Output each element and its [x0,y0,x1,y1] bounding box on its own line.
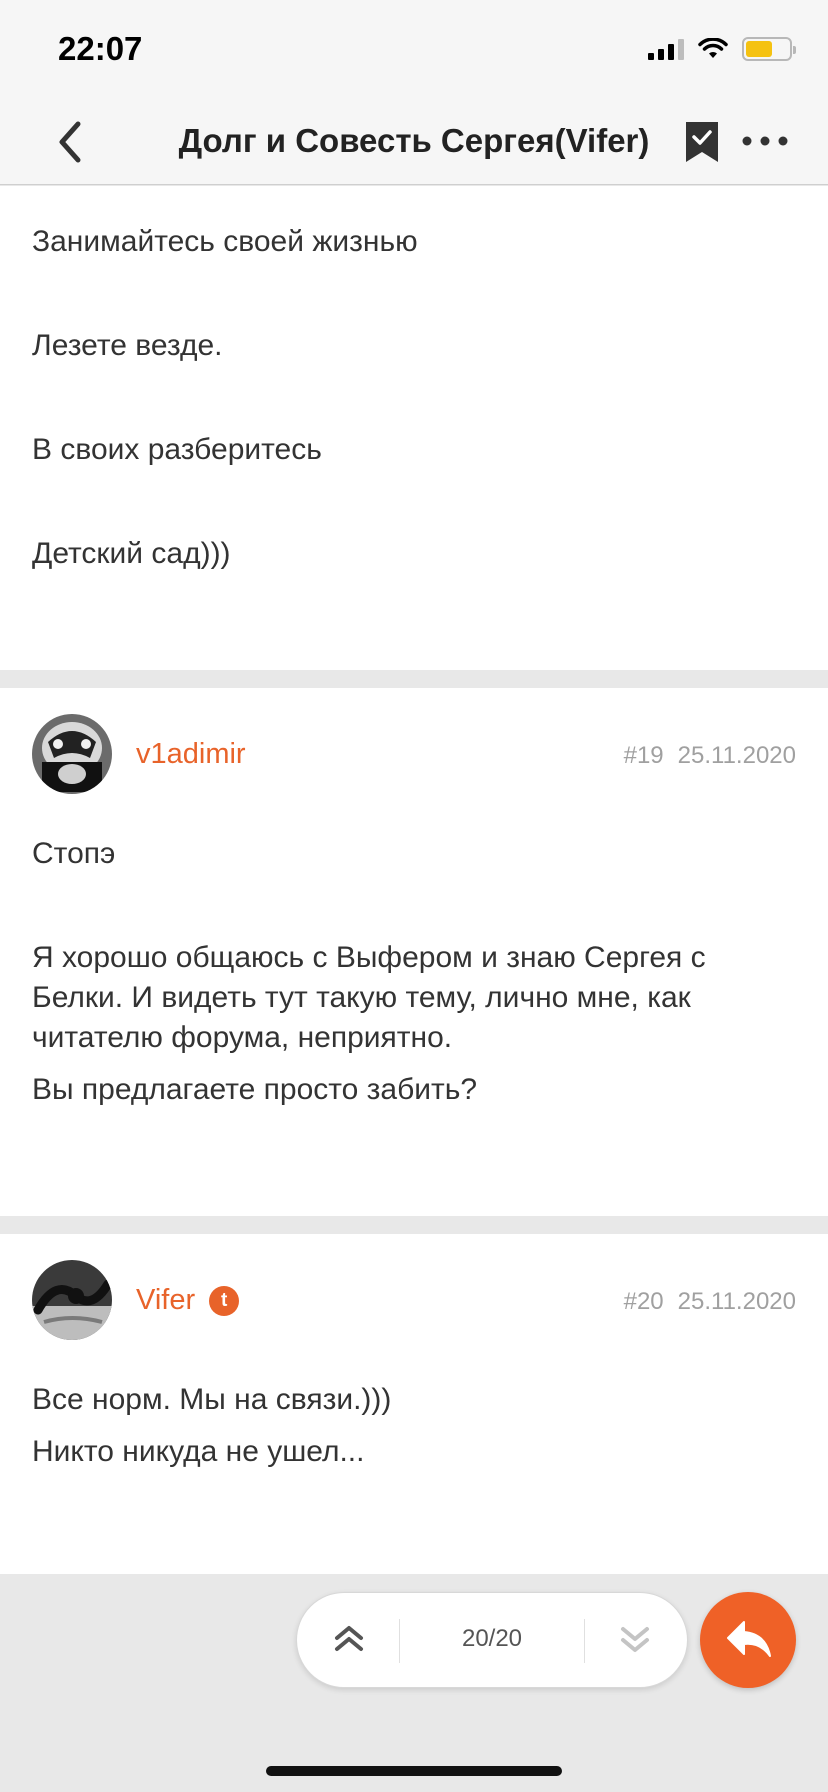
page-count[interactable]: 20/20 [399,1625,585,1653]
chevron-left-icon [59,121,81,163]
topic-starter-icon: t [209,1285,240,1316]
post-meta: #20 25.11.2020 [624,1288,796,1316]
post-paragraph: Стопэ [32,837,116,870]
username-label: v1adimir [136,738,246,770]
post-separator [0,670,828,688]
post-paragraph: Вы предлагаете просто забить? [32,1073,478,1106]
post-paragraph: В своих разберитесь [32,433,322,466]
wifi-icon [698,38,728,58]
post-paragraph: Все норм. Мы на связи.))) [32,1383,392,1416]
post-20: Vifer t #20 25.11.2020 Все норм. Мы на св… [0,1234,828,1574]
posts-list: Занимайтесь своей жизнью Лезете везде. В… [0,186,828,1574]
battery-icon [742,37,796,61]
status-icons [648,36,796,62]
page-down-button[interactable] [585,1593,687,1689]
bookmark-button[interactable] [684,120,720,164]
double-chevron-up-icon [335,1626,363,1651]
post-date: 25.11.2020 [677,742,796,769]
post-header: v1adimir #19 25.11.2020 [32,688,796,806]
status-bar: 22:07 [0,0,828,100]
page-up-button[interactable] [297,1593,399,1689]
reply-arrow-icon [727,1621,771,1657]
post-number: #20 [623,1288,664,1315]
post-paragraph: Занимайтесь своей жизнью [32,225,418,258]
avatar[interactable] [32,1260,112,1340]
post-19: v1adimir #19 25.11.2020 Стопэ Я хорошо об… [0,688,828,1216]
post-separator [0,1216,828,1234]
post-continuation: Занимайтесь своей жизнью Лезете везде. В… [0,186,828,670]
double-chevron-down-icon [621,1627,649,1652]
post-paragraph: Я хорошо общаюсь с Выфером и знаю Сергея… [32,941,706,1054]
back-button[interactable] [52,118,92,166]
home-indicator [266,1766,562,1776]
pager: 20/20 [296,1592,688,1688]
post-header: Vifer t #20 25.11.2020 [32,1234,796,1352]
more-options-button[interactable] [740,124,790,158]
cellular-signal-icon [648,38,684,60]
avatar[interactable] [32,714,112,794]
bookmark-check-icon [686,122,718,162]
username[interactable]: Vifer t [136,1284,240,1317]
username[interactable]: v1adimir [136,738,246,771]
post-paragraph: Лезете везде. [32,329,223,362]
post-date: 25.11.2020 [677,1288,796,1315]
reply-button[interactable] [700,1592,796,1688]
nav-bar: Долг и Совесть Сергея(Vifer) [0,100,828,185]
status-time: 22:07 [58,30,143,67]
username-label: Vifer [136,1284,196,1316]
more-dots-icon [742,136,788,146]
post-paragraph: Детский сад))) [32,537,231,570]
post-meta: #19 25.11.2020 [624,742,796,770]
page-title: Долг и Совесть Сергея(Vifer) [178,122,650,159]
post-paragraph: Никто никуда не ушел... [32,1435,365,1468]
post-number: #19 [623,742,664,769]
